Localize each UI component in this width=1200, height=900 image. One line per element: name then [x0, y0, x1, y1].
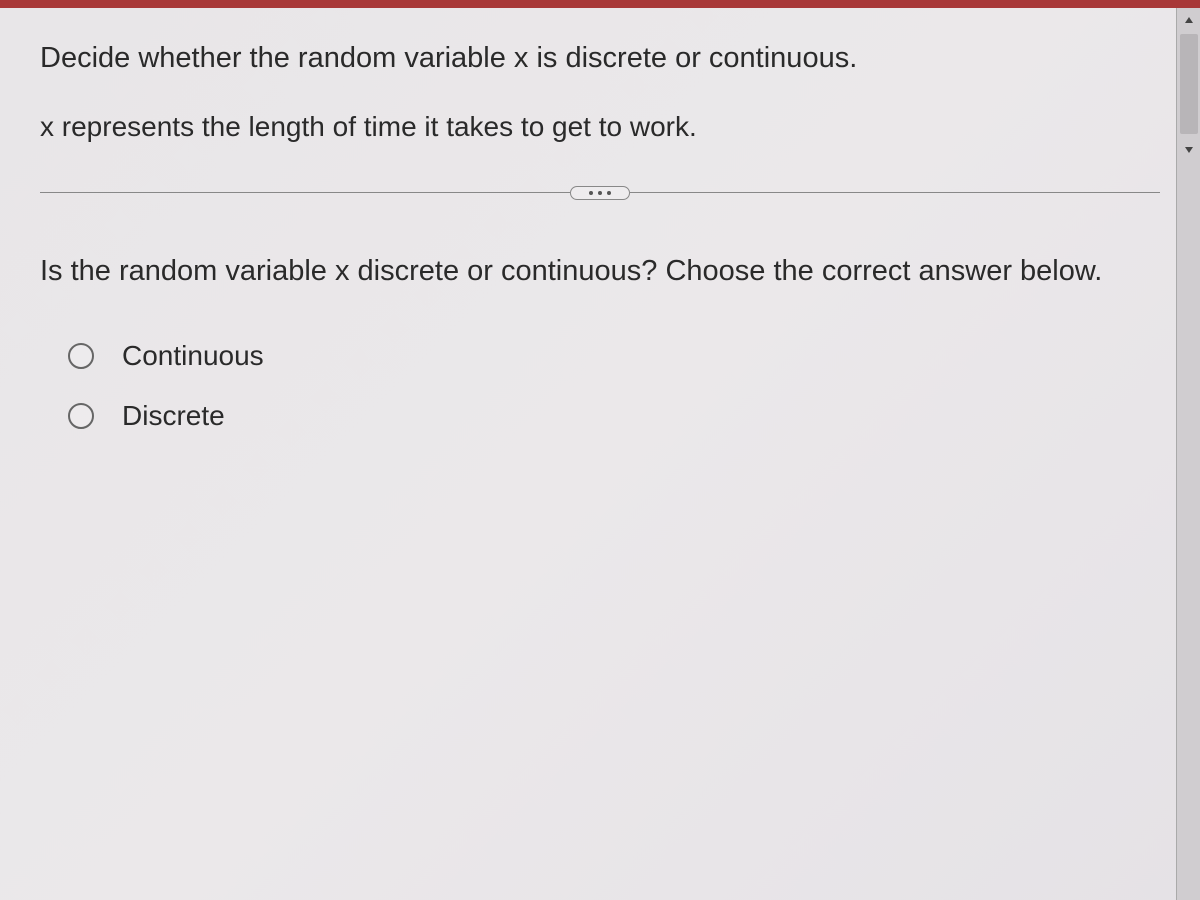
radio-icon[interactable] — [68, 403, 94, 429]
option-continuous[interactable]: Continuous — [68, 340, 1160, 372]
scroll-up-arrow-icon[interactable] — [1177, 8, 1200, 32]
dots-icon — [589, 191, 593, 195]
radio-icon[interactable] — [68, 343, 94, 369]
answer-instruction: Is the random variable x discrete or con… — [40, 250, 1160, 292]
more-options-pill[interactable] — [570, 186, 630, 200]
question-prompt: Decide whether the random variable x is … — [40, 38, 1160, 79]
vertical-scrollbar[interactable] — [1176, 8, 1200, 900]
question-content: Decide whether the random variable x is … — [0, 8, 1200, 500]
dots-icon — [598, 191, 602, 195]
dots-icon — [607, 191, 611, 195]
divider-line-right — [630, 192, 1160, 193]
answer-options: Continuous Discrete — [40, 340, 1160, 432]
scroll-thumb[interactable] — [1180, 34, 1198, 134]
divider-line-left — [40, 192, 570, 193]
option-label: Discrete — [122, 400, 225, 432]
section-divider — [40, 186, 1160, 200]
scroll-down-arrow-icon[interactable] — [1177, 138, 1200, 162]
question-context: x represents the length of time it takes… — [40, 107, 1160, 146]
option-label: Continuous — [122, 340, 264, 372]
option-discrete[interactable]: Discrete — [68, 400, 1160, 432]
window-top-bar — [0, 0, 1200, 8]
